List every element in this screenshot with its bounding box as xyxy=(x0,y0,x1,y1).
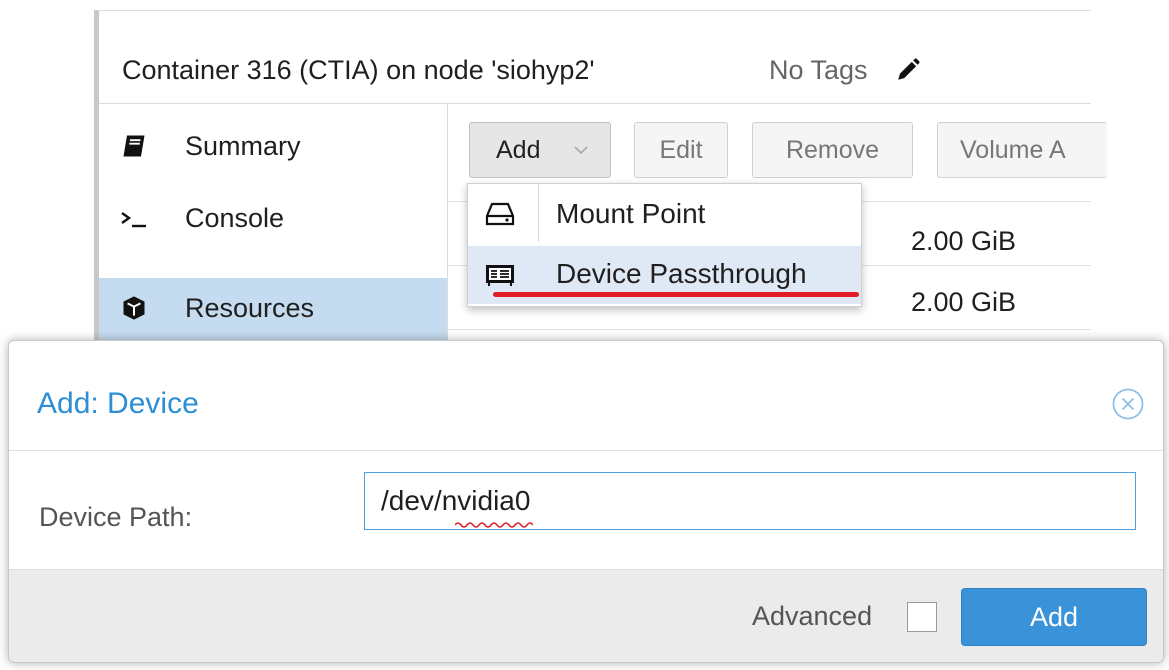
resource-value: 2.00 GiB xyxy=(911,226,1017,256)
add-device-dialog: Add: Device Device Path: Advanced Add xyxy=(8,340,1164,663)
add-button[interactable]: Add xyxy=(961,588,1147,646)
add-menu: Mount Point Device Passthrough xyxy=(467,183,862,307)
chevron-down-icon xyxy=(574,146,588,155)
resource-value: 2.00 GiB xyxy=(911,287,1017,317)
advanced-checkbox[interactable] xyxy=(907,602,937,632)
hdd-icon xyxy=(485,202,515,226)
add-button-label: Add xyxy=(496,136,541,164)
remove-button[interactable]: Remove xyxy=(752,122,913,178)
dialog-footer: Advanced Add xyxy=(9,569,1163,662)
pencil-icon[interactable] xyxy=(895,57,921,83)
sidebar-item-label: Resources xyxy=(185,293,315,323)
panel-header: Container 316 (CTIA) on node 'siohyp2' N… xyxy=(99,11,1091,104)
sidebar: Summary Console Resources xyxy=(99,104,448,356)
advanced-label: Advanced xyxy=(752,601,873,631)
menu-item-label: Mount Point xyxy=(556,198,706,229)
dialog-header: Add: Device xyxy=(9,341,1163,451)
page-title: Container 316 (CTIA) on node 'siohyp2' xyxy=(122,55,595,85)
close-icon[interactable] xyxy=(1111,387,1145,421)
sidebar-item-resources[interactable]: Resources xyxy=(99,278,447,340)
menu-item-label: Device Passthrough xyxy=(556,258,807,289)
grid-divider xyxy=(448,329,1091,330)
add-button[interactable]: Add xyxy=(469,122,611,178)
sidebar-item-label: Console xyxy=(185,203,285,233)
volume-action-button[interactable]: Volume A xyxy=(937,122,1107,178)
cube-icon xyxy=(123,296,145,320)
menu-item-mount-point[interactable]: Mount Point xyxy=(468,186,861,244)
device-path-label: Device Path: xyxy=(39,502,193,532)
sidebar-item-console[interactable]: Console xyxy=(99,188,447,250)
device-card-icon xyxy=(486,265,514,286)
dialog-title: Add: Device xyxy=(37,387,199,420)
edit-button[interactable]: Edit xyxy=(634,122,728,178)
terminal-icon xyxy=(121,212,146,228)
annotation-underline xyxy=(493,292,859,297)
sidebar-item-label: Summary xyxy=(185,131,301,161)
sidebar-item-summary[interactable]: Summary xyxy=(99,116,447,178)
spellcheck-underline xyxy=(455,522,533,528)
book-icon xyxy=(123,135,145,157)
tags-label: No Tags xyxy=(769,55,868,85)
